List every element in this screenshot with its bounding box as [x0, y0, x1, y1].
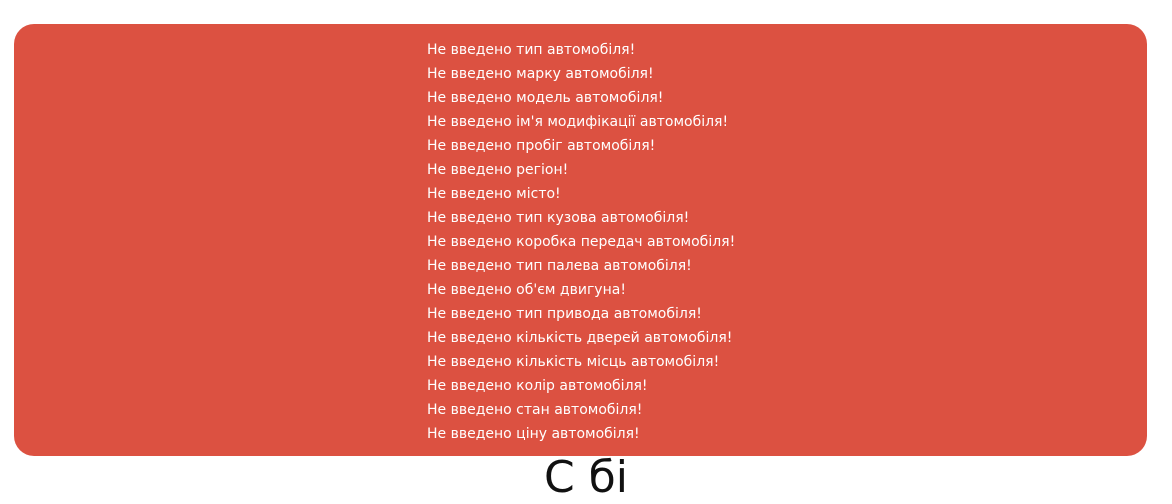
error-message-fuel-type: Не введено тип палева автомобіля! [427, 258, 692, 274]
error-message-condition: Не введено стан автомобіля! [427, 402, 643, 418]
error-message-body-type: Не введено тип кузова автомобіля! [427, 210, 690, 226]
error-message-drive-type: Не введено тип привода автомобіля! [427, 306, 702, 322]
error-message-region: Не введено регіон! [427, 162, 569, 178]
error-message-seat-count: Не введено кількість місць автомобіля! [427, 354, 720, 370]
error-message-vehicle-type: Не введено тип автомобіля! [427, 42, 636, 58]
error-message-modification-name: Не введено ім'я модифікації автомобіля! [427, 114, 729, 130]
error-message-gearbox: Не введено коробка передач автомобіля! [427, 234, 736, 250]
error-message-brand: Не введено марку автомобіля! [427, 66, 654, 82]
error-message-city: Не введено місто! [427, 186, 561, 202]
error-message-color: Не введено колір автомобіля! [427, 378, 648, 394]
page-heading-partial: С бі [543, 452, 629, 503]
validation-error-list: Не введено тип автомобіля! Не введено ма… [427, 38, 735, 446]
error-message-door-count: Не введено кількість дверей автомобіля! [427, 330, 733, 346]
validation-error-panel: Не введено тип автомобіля! Не введено ма… [14, 24, 1147, 456]
error-message-engine-volume: Не введено об'єм двигуна! [427, 282, 626, 298]
error-message-price: Не введено ціну автомобіля! [427, 426, 640, 442]
error-message-mileage: Не введено пробіг автомобіля! [427, 138, 656, 154]
error-message-model: Не введено модель автомобіля! [427, 90, 664, 106]
